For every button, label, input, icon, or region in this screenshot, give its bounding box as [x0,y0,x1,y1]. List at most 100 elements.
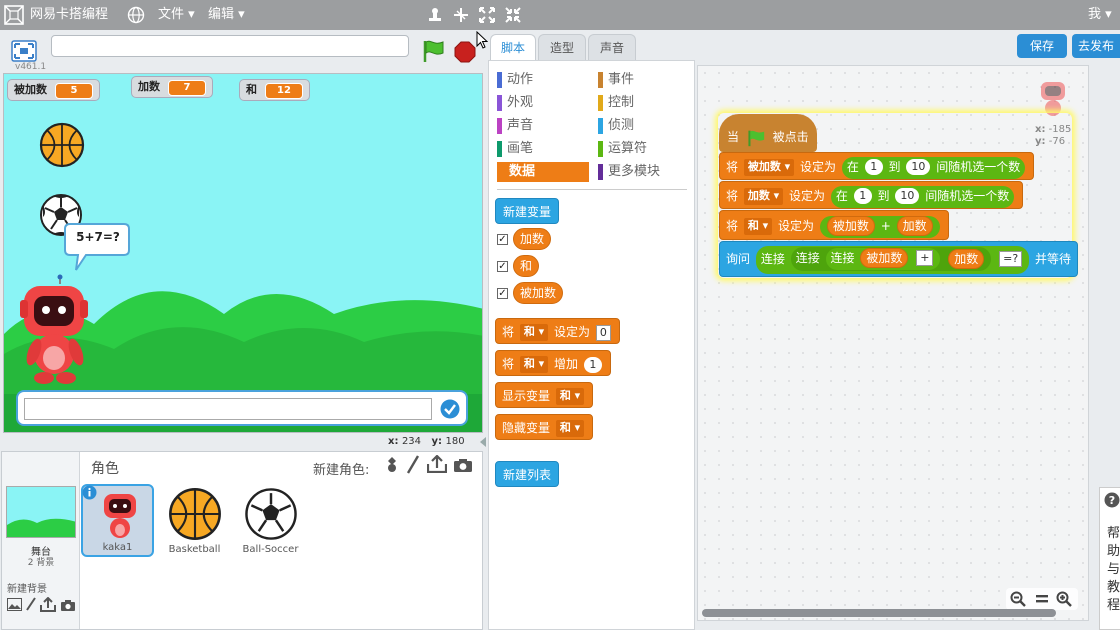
when-flag-clicked-block[interactable]: 当 被点击 [719,114,817,152]
category-sound[interactable]: 声音 [497,116,533,136]
category-sensing[interactable]: 侦测 [598,116,634,136]
category-motion[interactable]: 动作 [497,70,533,90]
join-operator[interactable]: 连接 被加数 + [825,247,941,270]
variable-reporter-addend[interactable]: 加数 [513,228,552,250]
backdrop-library-icon[interactable] [7,598,22,611]
sprite-tile-kaka1[interactable]: kaka1 [81,484,154,557]
plus-text-input[interactable]: + [916,250,934,266]
add-operator[interactable]: 被加数 + 加数 [819,215,940,238]
variable-dropdown[interactable]: 和 ▾ [519,356,549,373]
category-operators[interactable]: 运算符 [598,139,647,159]
random-from-input[interactable]: 1 [864,159,883,175]
set-sum-block[interactable]: 将 和 ▾ 设定为 被加数 + 加数 [719,210,949,240]
category-events[interactable]: 事件 [598,70,634,90]
tab-scripts[interactable]: 脚本 [490,34,536,60]
variable-reporter-augend[interactable]: 被加数 [513,282,564,304]
horizontal-scrollbar[interactable] [702,609,1056,617]
new-variable-button[interactable]: 新建变量 [495,198,560,224]
augend-reporter[interactable]: 被加数 [826,216,875,236]
paint-backdrop-icon[interactable] [25,597,37,612]
join-operator[interactable]: 连接 连接 连接 被加数 + 加数 =? [755,245,1030,274]
delete-tool-icon[interactable] [452,6,470,24]
help-panel[interactable]: ? 帮助与教程 [1099,487,1120,630]
stage-canvas[interactable]: 被加数 5 加数 7 和 12 5+7=? [3,73,483,433]
sprite-library-icon[interactable] [383,456,401,474]
random-to-input[interactable]: 10 [895,188,920,204]
set-addend-random-block[interactable]: 将 加数 ▾ 设定为 在 1 到 10 间随机选一个数 [719,181,1024,209]
logo-icon[interactable] [4,5,24,25]
kaka-robot-sprite[interactable] [20,274,92,384]
zoom-in-icon[interactable] [1056,591,1072,607]
sprite-tile-ball-soccer[interactable]: Ball-Soccer [234,484,307,557]
upload-sprite-icon[interactable] [426,454,448,474]
category-looks[interactable]: 外观 [497,93,533,113]
variable-dropdown[interactable]: 和 ▾ [519,324,549,341]
sprite-info-icon[interactable] [82,485,97,500]
pick-random-operator[interactable]: 在 1 到 10 间随机选一个数 [830,185,1015,208]
grow-tool-icon[interactable] [478,6,496,24]
answer-input[interactable] [24,398,432,420]
zoom-reset-icon[interactable] [1034,591,1050,607]
new-list-button[interactable]: 新建列表 [495,461,560,487]
addend-reporter[interactable]: 加数 [948,248,985,269]
show-variable-block[interactable]: 显示变量 和 ▾ [495,382,594,408]
monitor-addend1[interactable]: 被加数 5 [7,79,100,101]
sprite-tile-basketball[interactable]: Basketball [158,484,231,557]
fullscreen-icon[interactable] [11,40,37,62]
category-data[interactable]: 数据 [497,162,589,182]
project-title-input[interactable] [51,35,409,57]
duplicate-tool-icon[interactable] [426,6,444,24]
category-pen[interactable]: 画笔 [497,139,533,159]
value-input[interactable]: 0 [595,324,611,341]
edit-menu[interactable]: 编辑 ▾ [208,0,245,30]
variable-dropdown[interactable]: 和 ▾ [555,388,585,405]
value-input[interactable]: 1 [583,356,602,373]
basketball-sprite[interactable] [39,122,85,168]
change-variable-block[interactable]: 将 和 ▾ 增加 1 [495,350,611,376]
addend-reporter[interactable]: 加数 [896,216,933,236]
variable-checkbox[interactable]: ✓ [497,234,508,245]
script-area[interactable]: x: -185 y: -76 当 被点击 将 被加数 ▾ 设定为 在 1 到 1… [697,65,1089,621]
set-augend-random-block[interactable]: 将 被加数 ▾ 设定为 在 1 到 10 间随机选一个数 [719,152,1035,180]
save-button[interactable]: 保存 [1017,34,1067,58]
random-from-input[interactable]: 1 [853,188,872,204]
globe-icon[interactable] [127,6,145,24]
variable-dropdown[interactable]: 加数 ▾ [743,188,784,205]
paint-sprite-icon[interactable] [406,455,420,475]
green-flag-icon[interactable] [421,39,445,63]
stage-thumbnail[interactable] [6,486,76,538]
tab-sounds[interactable]: 声音 [588,34,636,60]
join-operator[interactable]: 连接 连接 被加数 + 加数 [790,247,992,271]
user-menu[interactable]: 我 ▾ [1088,0,1112,30]
camera-backdrop-icon[interactable] [60,599,76,612]
random-to-input[interactable]: 10 [906,159,931,175]
upload-backdrop-icon[interactable] [40,596,56,612]
variable-checkbox[interactable]: ✓ [497,261,508,272]
variable-dropdown[interactable]: 和 ▾ [743,218,773,235]
brand-title[interactable]: 网易卡搭编程 [30,0,108,30]
set-variable-block[interactable]: 将 和 ▾ 设定为 0 [495,318,620,344]
file-menu[interactable]: 文件 ▾ [158,0,195,30]
ask-and-wait-block[interactable]: 询问 连接 连接 连接 被加数 + 加数 =? 并等待 [719,241,1079,277]
pick-random-operator[interactable]: 在 1 到 10 间随机选一个数 [841,156,1026,179]
tab-costumes[interactable]: 造型 [538,34,586,60]
zoom-out-icon[interactable] [1010,591,1026,607]
augend-reporter[interactable]: 被加数 [860,248,909,268]
shrink-tool-icon[interactable] [504,6,522,24]
monitor-addend2[interactable]: 加数 7 [131,76,213,98]
category-control[interactable]: 控制 [598,93,634,113]
help-icon[interactable]: ? [1104,492,1120,508]
monitor-sum[interactable]: 和 12 [239,79,310,101]
stop-icon[interactable] [454,41,476,63]
category-more-blocks[interactable]: 更多模块 [598,162,660,182]
publish-button[interactable]: 去发布 [1072,34,1120,58]
hide-variable-block[interactable]: 隐藏变量 和 ▾ [495,414,594,440]
collapse-stage-icon[interactable] [479,436,487,448]
equals-question-text-input[interactable]: =? [999,251,1023,267]
variable-dropdown[interactable]: 和 ▾ [555,420,585,437]
camera-sprite-icon[interactable] [453,458,473,473]
variable-dropdown[interactable]: 被加数 ▾ [743,159,795,176]
variable-reporter-sum[interactable]: 和 [513,255,540,277]
variable-checkbox[interactable]: ✓ [497,288,508,299]
submit-answer-check-icon[interactable] [440,399,460,419]
